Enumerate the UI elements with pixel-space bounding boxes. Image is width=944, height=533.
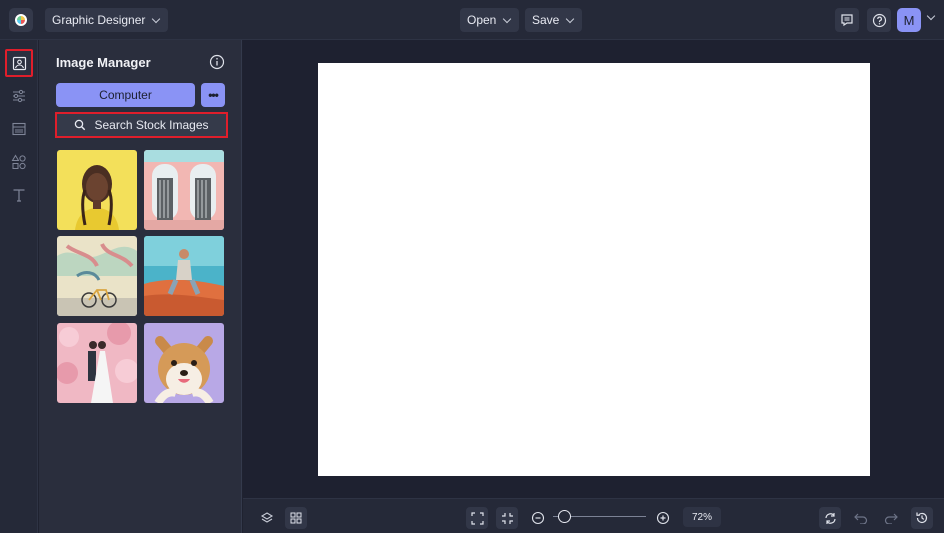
search-stock-label: Search Stock Images xyxy=(94,118,209,132)
collapse-button[interactable] xyxy=(496,507,518,529)
comment-icon xyxy=(841,14,853,27)
couple-blossoms-image xyxy=(57,323,137,403)
more-options-button[interactable]: ••• xyxy=(201,83,225,107)
help-icon xyxy=(872,13,886,27)
zoom-level-value: 72% xyxy=(691,511,712,523)
rail-item-adjustments[interactable] xyxy=(5,82,33,110)
panel-title: Image Manager xyxy=(56,55,151,70)
shiba-dog-image xyxy=(144,323,224,403)
save-menu-button[interactable]: Save xyxy=(525,8,583,32)
chevron-down-icon xyxy=(503,14,512,23)
flip-button[interactable] xyxy=(819,507,841,529)
pink-building-image xyxy=(144,150,224,230)
zoom-slider-handle[interactable] xyxy=(557,510,571,523)
zoom-in-icon xyxy=(656,511,670,525)
avatar[interactable]: M xyxy=(897,8,921,32)
image-thumbnail[interactable] xyxy=(57,236,137,316)
history-button[interactable] xyxy=(911,507,933,529)
history-icon xyxy=(916,512,928,524)
info-icon[interactable] xyxy=(209,54,225,70)
open-label: Open xyxy=(467,13,497,27)
save-label: Save xyxy=(532,13,560,27)
portrait-woman-image xyxy=(57,150,137,230)
adjustments-icon xyxy=(13,89,25,103)
computer-label: Computer xyxy=(99,88,152,102)
rail-item-layout[interactable] xyxy=(5,115,33,143)
comment-button[interactable] xyxy=(835,8,859,32)
redo-icon xyxy=(884,513,898,524)
text-icon xyxy=(13,189,25,202)
search-stock-images-button[interactable]: Search Stock Images xyxy=(55,112,228,138)
elements-icon xyxy=(11,154,26,170)
layers-icon xyxy=(260,512,274,523)
rail-item-text[interactable] xyxy=(5,181,33,209)
redo-button[interactable] xyxy=(880,507,902,529)
refresh-icon xyxy=(824,512,836,524)
avatar-initial: M xyxy=(903,12,915,28)
grid-button[interactable] xyxy=(285,507,307,529)
image-thumbnail[interactable] xyxy=(144,236,224,316)
help-button[interactable] xyxy=(867,8,891,32)
zoom-out-button[interactable] xyxy=(527,507,549,529)
layers-button[interactable] xyxy=(256,507,278,529)
chevron-down-icon xyxy=(152,14,161,23)
image-thumbnail[interactable] xyxy=(144,150,224,230)
chevron-down-icon[interactable] xyxy=(926,11,936,21)
expand-icon xyxy=(470,511,484,525)
undo-icon xyxy=(854,513,868,524)
artboard-canvas[interactable] xyxy=(318,63,870,476)
open-menu-button[interactable]: Open xyxy=(460,8,520,32)
man-desert-image xyxy=(144,236,224,316)
rail-item-elements[interactable] xyxy=(5,148,33,176)
more-icon: ••• xyxy=(208,88,219,102)
rail-item-image-manager[interactable] xyxy=(5,49,33,77)
layout-icon xyxy=(12,122,26,136)
search-icon xyxy=(75,119,86,131)
image-thumbnail[interactable] xyxy=(144,323,224,403)
app-logo[interactable] xyxy=(9,8,33,32)
computer-upload-button[interactable]: Computer xyxy=(56,83,195,107)
grid-icon xyxy=(290,512,302,524)
undo-button[interactable] xyxy=(850,507,872,529)
mural-bicycle-image xyxy=(57,236,137,316)
fit-to-screen-button[interactable] xyxy=(466,507,488,529)
image-thumbnail[interactable] xyxy=(57,150,137,230)
collapse-icon xyxy=(501,512,513,524)
project-type-dropdown[interactable]: Graphic Designer xyxy=(45,8,169,32)
zoom-out-icon xyxy=(531,511,545,525)
tool-rail xyxy=(0,40,38,533)
image-thumbnail[interactable] xyxy=(57,323,137,403)
zoom-level[interactable]: 72% xyxy=(683,507,721,527)
top-bar: Graphic Designer Open Save M xyxy=(0,0,944,40)
chevron-down-icon xyxy=(566,14,575,23)
zoom-in-button[interactable] xyxy=(652,507,674,529)
project-type-label: Graphic Designer xyxy=(52,13,146,27)
image-manager-icon xyxy=(12,56,26,70)
